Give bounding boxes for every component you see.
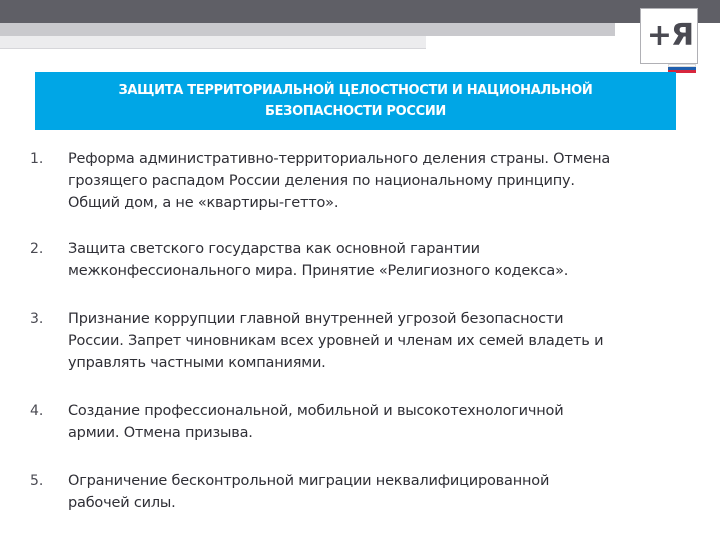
item-line: Признание коррупции главной внутренней у… xyxy=(68,311,564,327)
item-text: Признание коррупции главной внутренней у… xyxy=(68,308,678,374)
item-line: Ограничение бесконтрольной миграции некв… xyxy=(68,473,550,489)
title-line-2: БЕЗОПАСНОСТИ РОССИИ xyxy=(264,104,447,119)
item-line: Создание профессиональной, мобильной и в… xyxy=(68,403,564,419)
item-text: Реформа административно-территориального… xyxy=(68,148,678,214)
title-line-1: ЗАЩИТА ТЕРРИТОРИАЛЬНОЙ ЦЕЛОСТНОСТИ И НАЦ… xyxy=(118,83,593,98)
item-line: Защита светского государства как основно… xyxy=(68,241,480,257)
item-line: рабочей силы. xyxy=(68,495,176,511)
item-line: межконфессионального мира. Принятие «Рел… xyxy=(68,263,569,279)
item-line: Общий дом, а не «квартиры-гетто». xyxy=(68,195,339,211)
item-line: управлять частными компаниями. xyxy=(68,355,326,371)
item-text: Создание профессиональной, мобильной и в… xyxy=(68,400,678,444)
header-strip xyxy=(0,23,615,36)
top-bar xyxy=(0,0,720,23)
item-text: Защита светского государства как основно… xyxy=(68,238,678,282)
item-number: 2. xyxy=(30,241,44,257)
flag-ribbon-icon xyxy=(668,64,696,73)
header-strip-light xyxy=(0,36,426,48)
title-banner: ЗАЩИТА ТЕРРИТОРИАЛЬНОЙ ЦЕЛОСТНОСТИ И НАЦ… xyxy=(35,72,676,130)
logo-text: +Я xyxy=(646,18,694,53)
item-line: России. Запрет чиновникам всех уровней и… xyxy=(68,333,604,349)
item-number: 5. xyxy=(30,473,44,489)
item-line: Реформа административно-территориального… xyxy=(68,151,611,167)
item-line: грозящего распадом России деления по нац… xyxy=(68,173,575,189)
logo-frame: +Я xyxy=(640,8,698,64)
page-title: ЗАЩИТА ТЕРРИТОРИАЛЬНОЙ ЦЕЛОСТНОСТИ И НАЦ… xyxy=(118,80,592,122)
header-divider xyxy=(0,48,426,49)
item-text: Ограничение бесконтрольной миграции некв… xyxy=(68,470,678,514)
item-number: 3. xyxy=(30,311,44,327)
item-number: 4. xyxy=(30,403,44,419)
item-number: 1. xyxy=(30,151,44,167)
item-line: армии. Отмена призыва. xyxy=(68,425,253,441)
plus-ya-logo: +Я xyxy=(640,8,698,73)
